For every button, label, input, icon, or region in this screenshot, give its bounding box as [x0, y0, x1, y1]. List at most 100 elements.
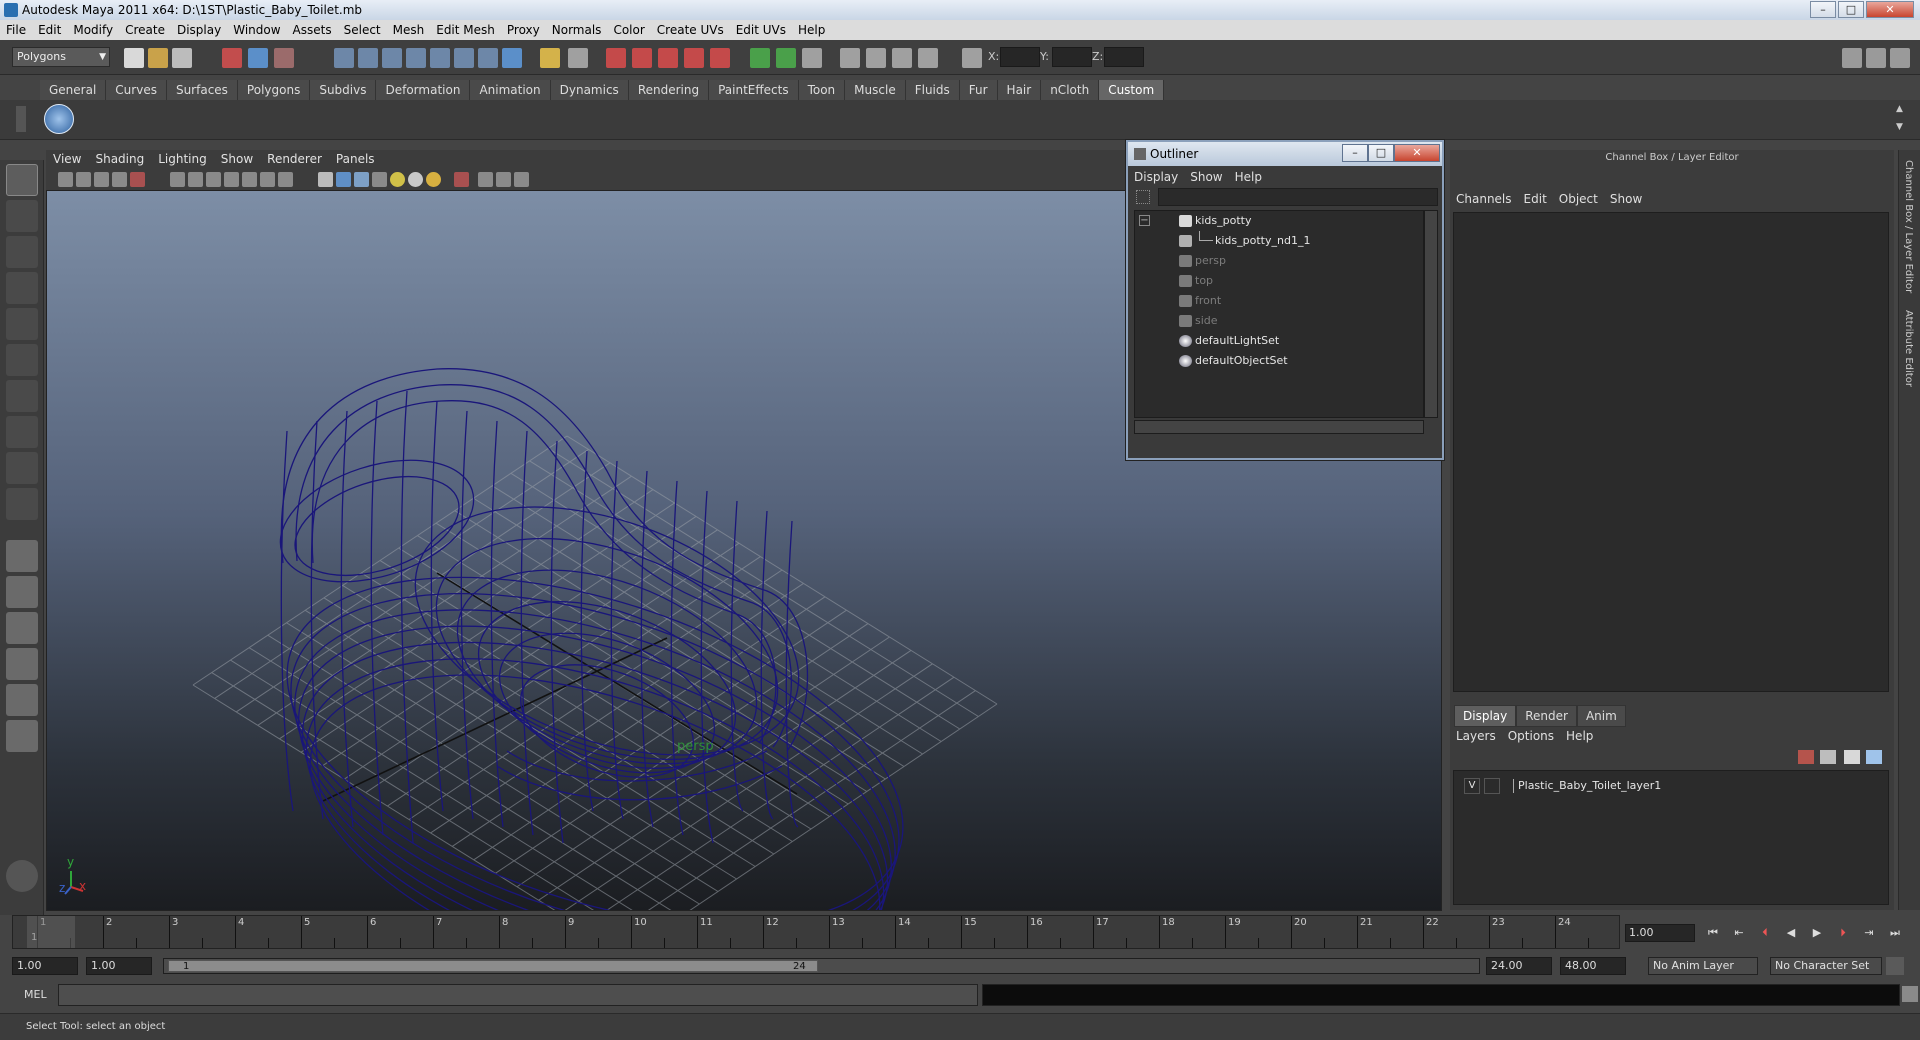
outliner-menu-help[interactable]: Help — [1229, 168, 1268, 186]
history-icon[interactable] — [540, 48, 560, 68]
lasso-tool-icon[interactable] — [6, 200, 38, 232]
channel-box-menu-edit[interactable]: Edit — [1518, 190, 1553, 208]
auto-key-icon[interactable] — [1886, 957, 1904, 975]
step-back-key-icon[interactable]: ⇤ — [1728, 924, 1750, 942]
resolution-gate-icon[interactable] — [206, 172, 221, 187]
menu-edit-mesh[interactable]: Edit Mesh — [430, 20, 501, 40]
channel-box-menu-show[interactable]: Show — [1604, 190, 1648, 208]
shadows-icon[interactable] — [426, 172, 441, 187]
outliner-item-kids-potty[interactable]: kids_potty — [1135, 211, 1423, 231]
outliner-titlebar[interactable]: Outliner – □ ✕ — [1128, 142, 1442, 166]
snap-live-icon[interactable] — [478, 48, 498, 68]
outliner-item-top[interactable]: top — [1135, 271, 1423, 291]
range-thumb[interactable]: 1 24 — [168, 960, 818, 972]
layout-hypershade-icon[interactable] — [6, 684, 38, 716]
snap-plane-icon[interactable] — [406, 48, 426, 68]
viewport-menu-renderer[interactable]: Renderer — [260, 150, 329, 168]
outliner-menu-show[interactable]: Show — [1184, 168, 1228, 186]
layout-single-icon[interactable] — [6, 540, 38, 572]
range-bar[interactable]: 1 24 — [163, 958, 1480, 974]
move-tool-icon[interactable] — [6, 272, 38, 304]
camera-select-icon[interactable] — [58, 172, 73, 187]
snap-surface-icon[interactable] — [430, 48, 450, 68]
menu-normals[interactable]: Normals — [546, 20, 608, 40]
viewport-menu-shading[interactable]: Shading — [88, 150, 151, 168]
gate-mask-icon[interactable] — [224, 172, 239, 187]
outliner-search-input[interactable] — [1158, 188, 1438, 206]
shelf-scroll-up-icon[interactable]: ▲ — [1896, 104, 1908, 116]
menu-set-select[interactable]: Polygons ▼ — [12, 47, 110, 67]
side-tab-channel-box[interactable]: Channel Box / Layer Editor — [1903, 160, 1914, 293]
layout-graph-icon[interactable] — [6, 648, 38, 680]
render-view-icon[interactable] — [710, 48, 730, 68]
toggle-channel-box-icon[interactable] — [1890, 48, 1910, 68]
outliner-item-default-light-set[interactable]: defaultLightSet — [1135, 331, 1423, 351]
ipr-render-icon[interactable] — [632, 48, 652, 68]
shelf-tab-subdivs[interactable]: Subdivs — [310, 80, 377, 100]
shelf-tab-animation[interactable]: Animation — [470, 80, 551, 100]
layer-tab-display[interactable]: Display — [1454, 705, 1517, 727]
step-forward-frame-icon[interactable]: ⏵ — [1832, 924, 1854, 942]
layer-row[interactable]: V Plastic_Baby_Toilet_layer1 — [1460, 777, 1880, 795]
hypershade-icon[interactable] — [684, 48, 704, 68]
menu-edit-uvs[interactable]: Edit UVs — [730, 20, 792, 40]
close-button[interactable]: ✕ — [1866, 1, 1914, 18]
grease-pencil-icon[interactable] — [130, 172, 145, 187]
shelf-tab-hair[interactable]: Hair — [997, 80, 1042, 100]
manipulator-tool-icon[interactable] — [6, 380, 38, 412]
isolate-select-icon[interactable] — [454, 172, 469, 187]
menu-create[interactable]: Create — [119, 20, 171, 40]
current-frame-field[interactable]: 1.00 — [1625, 924, 1695, 942]
render-settings-icon[interactable] — [658, 48, 678, 68]
shelf-tab-curves[interactable]: Curves — [106, 80, 167, 100]
outliner-minimize-button[interactable]: – — [1342, 144, 1368, 162]
playback-start-field[interactable]: 1.00 — [86, 957, 152, 975]
shelf-tab-muscle[interactable]: Muscle — [845, 80, 906, 100]
soft-mod-tool-icon[interactable] — [6, 416, 38, 448]
transform-field-icon[interactable] — [776, 48, 796, 68]
outliner-filter-icon[interactable] — [1136, 190, 1150, 204]
menu-modify[interactable]: Modify — [67, 20, 119, 40]
last-tool-icon[interactable] — [6, 488, 38, 520]
input-line-icon[interactable] — [750, 48, 770, 68]
menu-window[interactable]: Window — [227, 20, 286, 40]
go-to-end-icon[interactable]: ⏭ — [1884, 924, 1906, 942]
construction-icon[interactable] — [568, 48, 588, 68]
textured-icon[interactable] — [478, 172, 493, 187]
quick-layout-icon[interactable] — [6, 860, 38, 892]
layer-menu-help[interactable]: Help — [1560, 727, 1599, 745]
checkmark-icon[interactable] — [44, 104, 74, 134]
new-scene-icon[interactable] — [124, 48, 144, 68]
step-back-frame-icon[interactable]: ⏴ — [1754, 924, 1776, 942]
play-forward-icon[interactable]: ▶ — [1806, 924, 1828, 942]
layer-tab-anim[interactable]: Anim — [1576, 705, 1626, 727]
smooth-shade-icon[interactable] — [336, 172, 351, 187]
all-lights-icon[interactable] — [408, 172, 423, 187]
outliner-item-default-object-set[interactable]: defaultObjectSet — [1135, 351, 1423, 371]
wireframe-icon[interactable] — [318, 172, 333, 187]
camera-attributes-icon[interactable] — [76, 172, 91, 187]
question-icon[interactable] — [502, 48, 522, 68]
mel-input[interactable] — [58, 984, 978, 1006]
wireframe-on-shaded-icon[interactable] — [354, 172, 369, 187]
layer-menu-layers[interactable]: Layers — [1450, 727, 1502, 745]
mel-label[interactable]: MEL — [24, 988, 47, 1001]
shelf-tab-ncloth[interactable]: nCloth — [1041, 80, 1100, 100]
render-frame-icon[interactable] — [606, 48, 626, 68]
shelf-tab-general[interactable]: General — [40, 80, 107, 100]
snap-curve-icon[interactable] — [358, 48, 378, 68]
time-slider[interactable]: 123456789101112131415161718192021222324 … — [12, 915, 1620, 949]
menu-proxy[interactable]: Proxy — [501, 20, 546, 40]
scale-tool-icon[interactable] — [6, 344, 38, 376]
layer-visibility-toggle[interactable]: V — [1464, 778, 1480, 794]
viewport-menu-panels[interactable]: Panels — [329, 150, 382, 168]
shelf-tab-deformation[interactable]: Deformation — [376, 80, 471, 100]
paint-select-tool-icon[interactable] — [6, 236, 38, 268]
animation-end-field[interactable]: 48.00 — [1560, 957, 1626, 975]
outliner-maximize-button[interactable]: □ — [1368, 144, 1394, 162]
shelf-tab-custom[interactable]: Custom — [1099, 80, 1165, 100]
shelf-tab-dynamics[interactable]: Dynamics — [550, 80, 629, 100]
layer-menu-options[interactable]: Options — [1502, 727, 1560, 745]
shelf-tab-toon[interactable]: Toon — [798, 80, 846, 100]
outliner-item-side[interactable]: side — [1135, 311, 1423, 331]
